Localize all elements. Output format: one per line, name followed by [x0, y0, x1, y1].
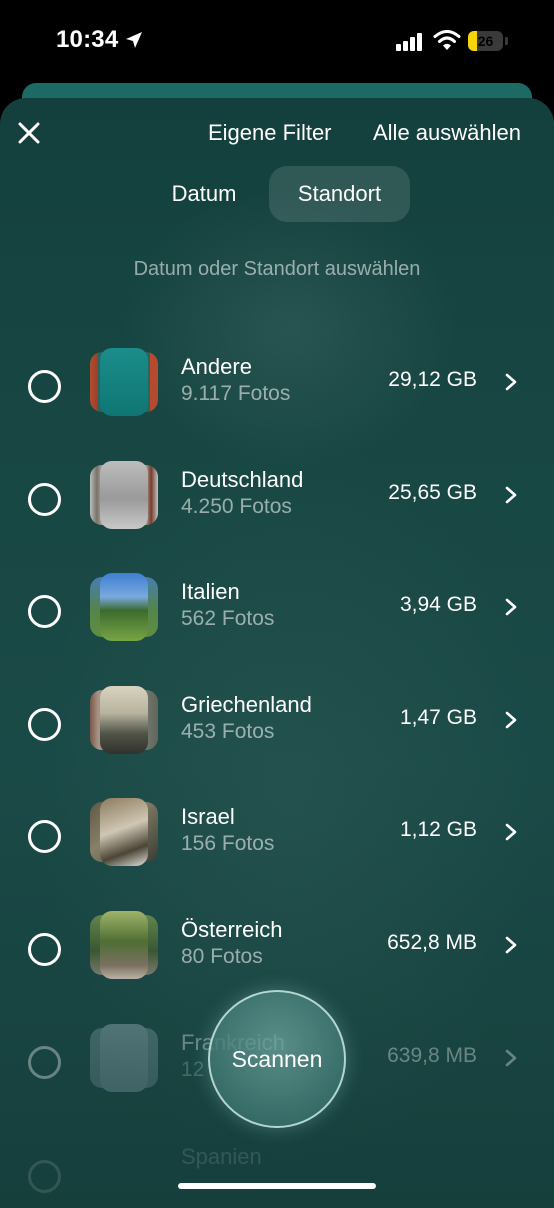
select-radio[interactable]	[28, 370, 61, 403]
close-icon[interactable]	[14, 118, 46, 150]
location-name: Griechenland	[181, 692, 312, 717]
location-row-israel[interactable]: Israel 156 Fotos 1,12 GB	[0, 798, 554, 898]
select-radio[interactable]	[28, 595, 61, 628]
photo-count: 156 Fotos	[181, 832, 275, 855]
thumbnail-stack	[90, 461, 158, 531]
location-name: Deutschland	[181, 467, 304, 492]
scan-button-label: Scannen	[231, 1046, 323, 1072]
location-name: Spanien	[181, 1144, 262, 1169]
photo-count: 453 Fotos	[181, 720, 275, 743]
photo-count: 9.117 Fotos	[181, 382, 291, 405]
select-radio[interactable]	[28, 1046, 61, 1079]
location-arrow-icon	[126, 32, 142, 48]
wifi-icon	[433, 30, 461, 50]
thumbnail-stack	[90, 348, 158, 418]
storage-size: 1,12 GB	[399, 818, 477, 841]
location-row-deutschland[interactable]: Deutschland 4.250 Fotos 25,65 GB	[0, 461, 554, 561]
tab-date[interactable]: Datum	[148, 166, 260, 222]
hint-text: Datum oder Standort auswählen	[133, 258, 421, 280]
location-name: Italien	[181, 579, 240, 604]
chevron-right-icon	[505, 936, 517, 954]
select-all-link[interactable]: Alle auswählen	[373, 120, 521, 146]
chevron-right-icon	[505, 711, 517, 729]
location-name: Österreich	[181, 917, 283, 942]
status-bar: 10:34 26	[0, 0, 554, 84]
chevron-right-icon	[505, 486, 517, 504]
thumbnail-stack	[90, 911, 158, 981]
photo-count: 80 Fotos	[181, 945, 263, 968]
storage-size: 25,65 GB	[388, 481, 477, 504]
photo-count: 562 Fotos	[181, 607, 275, 630]
location-name: Israel	[181, 804, 235, 829]
thumbnail-stack	[90, 1024, 158, 1094]
scan-button[interactable]: Scannen	[208, 990, 346, 1128]
storage-size: 29,12 GB	[388, 368, 477, 391]
select-radio[interactable]	[28, 820, 61, 853]
thumbnail-stack	[90, 798, 158, 868]
location-row-andere[interactable]: Andere 9.117 Fotos 29,12 GB	[0, 348, 554, 448]
home-indicator	[178, 1183, 376, 1189]
thumbnail-stack	[90, 686, 158, 756]
thumbnail-stack	[90, 573, 158, 643]
chevron-right-icon	[505, 373, 517, 391]
status-time: 10:34	[56, 26, 119, 53]
battery-level: 26	[477, 33, 494, 49]
location-row-griechenland[interactable]: Griechenland 453 Fotos 1,47 GB	[0, 686, 554, 786]
photo-count: 12	[181, 1058, 205, 1081]
battery-icon: 26	[468, 31, 510, 53]
location-row-italien[interactable]: Italien 562 Fotos 3,94 GB	[0, 573, 554, 673]
location-row-spanien[interactable]: Spanien	[0, 1138, 554, 1208]
storage-size: 3,94 GB	[399, 593, 477, 616]
select-radio[interactable]	[28, 933, 61, 966]
tab-location[interactable]: Standort	[269, 166, 410, 222]
cellular-signal-icon	[396, 33, 422, 51]
chevron-right-icon	[505, 1049, 517, 1067]
storage-size: 639,8 MB	[387, 1044, 477, 1067]
storage-size: 1,47 GB	[399, 706, 477, 729]
select-radio[interactable]	[28, 708, 61, 741]
storage-size: 652,8 MB	[387, 931, 477, 954]
select-radio[interactable]	[28, 483, 61, 516]
photo-count: 4.250 Fotos	[181, 495, 292, 518]
custom-filter-link[interactable]: Eigene Filter	[208, 120, 332, 146]
select-radio[interactable]	[28, 1160, 61, 1193]
location-name: Andere	[181, 354, 252, 379]
chevron-right-icon	[505, 823, 517, 841]
chevron-right-icon	[505, 598, 517, 616]
